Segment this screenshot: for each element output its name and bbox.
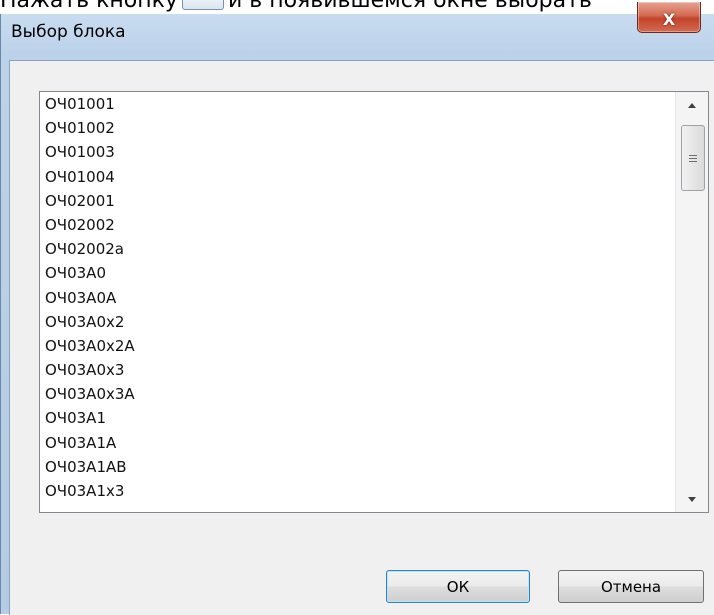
close-button[interactable]: X: [637, 2, 701, 33]
list-item[interactable]: ОЧ02002а: [40, 237, 676, 261]
cancel-button[interactable]: Отмена: [558, 570, 704, 603]
list-item[interactable]: ОЧ02001: [40, 189, 676, 213]
close-icon: X: [662, 10, 676, 29]
chevron-up-icon: [688, 102, 696, 108]
title-bar[interactable]: Выбор блока X: [1, 2, 714, 50]
list-item[interactable]: ОЧ03А0х3А: [40, 382, 676, 406]
list-item[interactable]: ОЧ03А0х2: [40, 310, 676, 334]
dialog-title: Выбор блока: [11, 22, 126, 42]
background-text-before: Нажать кнопку: [0, 0, 178, 13]
block-listbox[interactable]: ОЧ01001 ОЧ01002 ОЧ01003 ОЧ01004 ОЧ02001 ОЧ020…: [39, 91, 709, 513]
list-item[interactable]: ОЧ03А0х2А: [40, 334, 676, 358]
list-item[interactable]: ОЧ01004: [40, 165, 676, 189]
vertical-scrollbar[interactable]: [675, 92, 708, 512]
ok-button[interactable]: ОК: [386, 570, 530, 603]
list-item[interactable]: ОЧ03А1: [40, 406, 676, 430]
list-item[interactable]: ОЧ03А0х3: [40, 358, 676, 382]
list-item[interactable]: ОЧ03А1х3: [40, 479, 676, 503]
list-item[interactable]: ОЧ01003: [40, 140, 676, 164]
list-item[interactable]: ОЧ02002: [40, 213, 676, 237]
background-text-after: и в появившемся окне выбрать: [227, 0, 592, 13]
block-select-dialog: Выбор блока X ОЧ01001 ОЧ01002 ОЧ01003 ОЧ010…: [0, 2, 714, 615]
dialog-client-area: ОЧ01001 ОЧ01002 ОЧ01003 ОЧ01004 ОЧ02001 ОЧ020…: [9, 60, 714, 615]
list-item[interactable]: ОЧ03А1АВ: [40, 455, 676, 479]
list-items: ОЧ01001 ОЧ01002 ОЧ01003 ОЧ01004 ОЧ02001 ОЧ020…: [40, 92, 676, 512]
list-item[interactable]: ОЧ03А0А: [40, 286, 676, 310]
scroll-thumb[interactable]: [681, 125, 705, 191]
list-item[interactable]: ОЧ01002: [40, 116, 676, 140]
inline-button-image: [181, 0, 224, 10]
list-item[interactable]: ОЧ03А1А: [40, 431, 676, 455]
list-item[interactable]: ОЧ03А0: [40, 261, 676, 285]
scroll-up-button[interactable]: [676, 92, 708, 118]
list-item[interactable]: ОЧ01001: [40, 92, 676, 116]
ok-button-label: ОК: [446, 577, 470, 596]
grip-icon: [689, 153, 697, 164]
cancel-button-label: Отмена: [600, 577, 662, 596]
chevron-down-icon: [688, 496, 696, 502]
scroll-down-button[interactable]: [676, 486, 708, 512]
